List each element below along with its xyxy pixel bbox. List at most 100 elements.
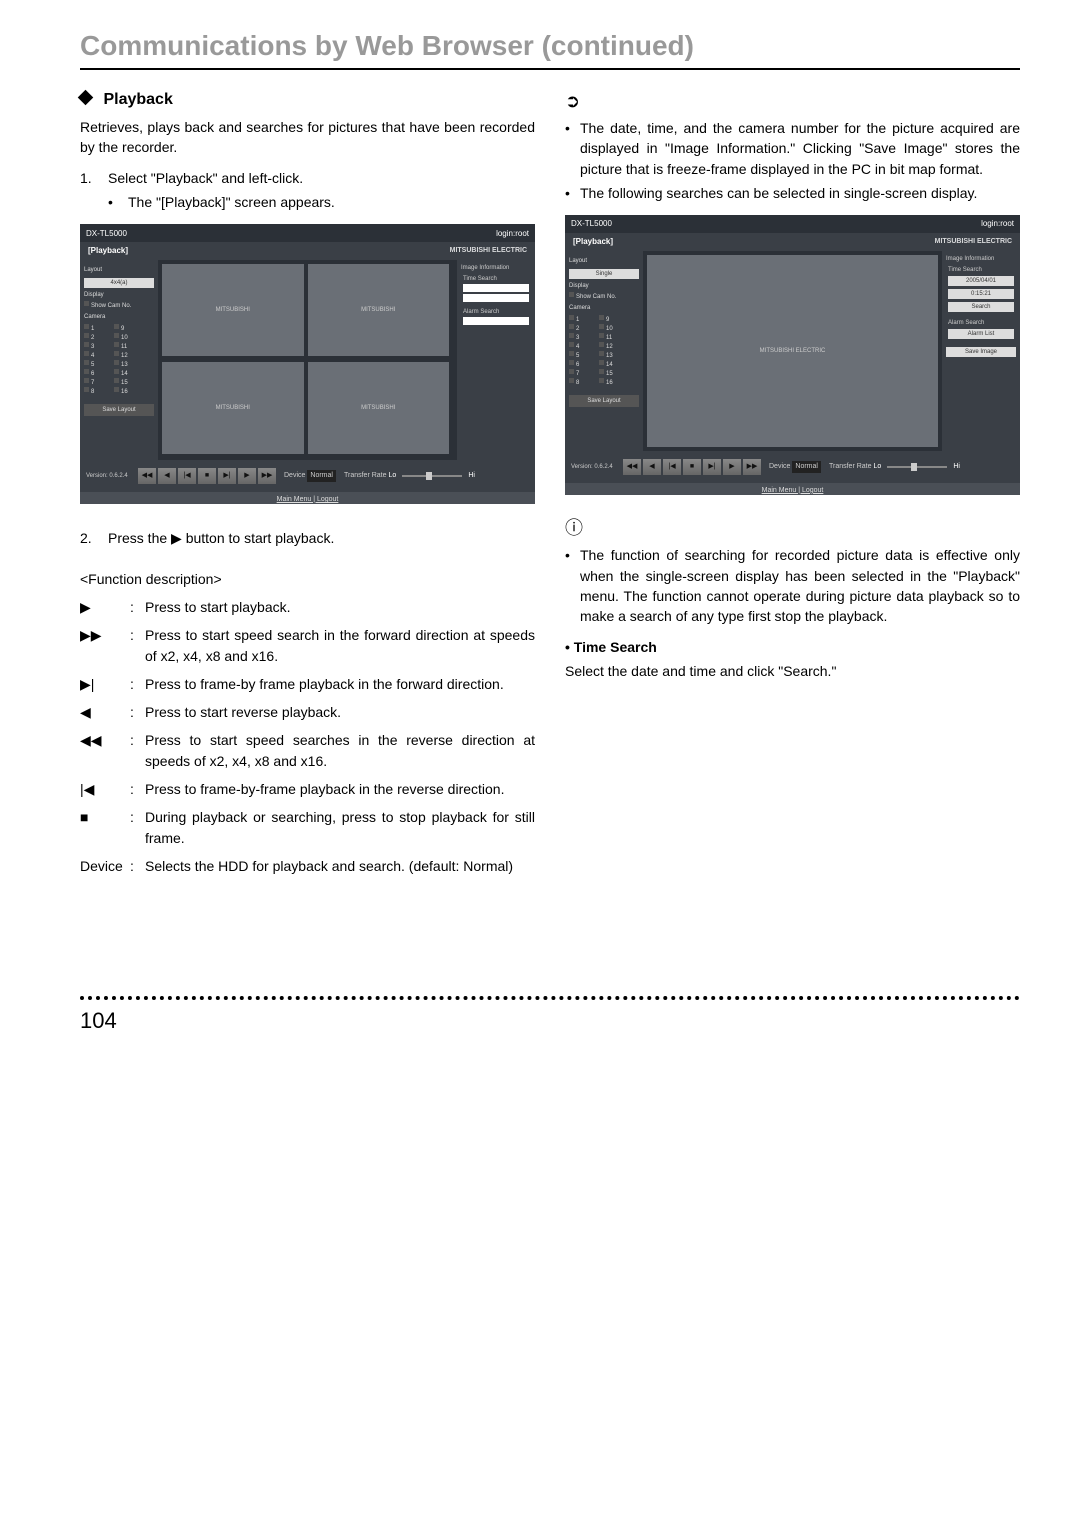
cam-7[interactable]: 7 <box>91 380 94 386</box>
ss2-display-label: Display <box>569 282 639 291</box>
stop-button[interactable]: ■ <box>198 468 216 484</box>
play-button[interactable]: ▶ <box>723 459 741 475</box>
page-number: 104 <box>80 1008 117 1033</box>
cam-12[interactable]: 12 <box>121 353 128 359</box>
cam-11[interactable]: 11 <box>606 335 612 341</box>
ss1-time-search-field2[interactable] <box>463 294 529 302</box>
ss1-title: [Playback] <box>88 245 128 257</box>
stop-icon: ■ <box>80 807 130 848</box>
cam-10[interactable]: 10 <box>121 335 128 341</box>
rewind-button[interactable]: ◀◀ <box>623 459 641 475</box>
cam-5[interactable]: 5 <box>91 362 94 368</box>
cam-14[interactable]: 14 <box>121 371 128 377</box>
ss1-alarm-field[interactable] <box>463 317 529 325</box>
playback-screenshot-4up: DX-TL5000 login:root [Playback] MITSUBIS… <box>80 224 535 504</box>
cam-11[interactable]: 11 <box>121 344 127 350</box>
playback-intro: Retrieves, plays back and searches for p… <box>80 117 535 158</box>
cam-2[interactable]: 2 <box>91 335 94 341</box>
fast-forward-button[interactable]: ▶▶ <box>743 459 761 475</box>
step-back-button[interactable]: |◀ <box>178 468 196 484</box>
cam-10[interactable]: 10 <box>606 326 613 332</box>
cam-2[interactable]: 2 <box>576 326 579 332</box>
step-forward-icon: ▶| <box>80 674 130 694</box>
step-forward-button[interactable]: ▶| <box>703 459 721 475</box>
rate-slider[interactable] <box>887 466 947 468</box>
cam-3[interactable]: 3 <box>576 335 579 341</box>
step-2-text-a: Press the <box>108 530 171 546</box>
cam-3[interactable]: 3 <box>91 344 94 350</box>
cam-7[interactable]: 7 <box>576 371 579 377</box>
ss2-footer-links[interactable]: Main Menu | Logout <box>565 483 1020 499</box>
ss2-date-field[interactable]: 2005/04/01 <box>948 276 1014 286</box>
cam-16[interactable]: 16 <box>606 380 613 386</box>
cam-8[interactable]: 8 <box>91 389 94 395</box>
ss1-camera-grid: 1 9 2 10 3 11 4 12 5 13 6 14 7 <box>84 324 154 396</box>
ss1-time-search-field[interactable] <box>463 284 529 292</box>
video-cell[interactable]: MITSUBISHI <box>162 362 304 454</box>
note-text: The function of searching for recorded p… <box>580 545 1020 626</box>
time-search-text: Select the date and time and click "Sear… <box>565 661 1020 681</box>
cam-9[interactable]: 9 <box>121 326 124 332</box>
cam-5[interactable]: 5 <box>576 353 579 359</box>
ss1-camera-label: Camera <box>84 313 154 322</box>
cam-9[interactable]: 9 <box>606 317 609 323</box>
reverse-play-button[interactable]: ◀ <box>158 468 176 484</box>
cam-8[interactable]: 8 <box>576 380 579 386</box>
device-select[interactable]: Normal <box>792 461 821 473</box>
func-stop-text: During playback or searching, press to s… <box>145 807 535 848</box>
func-rw-text: Press to start speed searches in the rev… <box>145 730 535 771</box>
step-2: 2. Press the ▶ button to start playback. <box>80 528 535 548</box>
cam-4[interactable]: 4 <box>91 353 94 359</box>
cam-6[interactable]: 6 <box>91 371 94 377</box>
device-label: Device <box>769 462 790 472</box>
ss2-save-image-button[interactable]: Save Image <box>946 347 1016 357</box>
ss2-image-info-label: Image Information <box>946 255 1016 264</box>
step-back-button[interactable]: |◀ <box>663 459 681 475</box>
ss2-alarm-list-button[interactable]: Alarm List <box>948 329 1014 339</box>
cam-15[interactable]: 15 <box>121 380 128 386</box>
ss1-layout-select[interactable]: 4x4(a) <box>84 278 154 288</box>
cam-16[interactable]: 16 <box>121 389 128 395</box>
cam-12[interactable]: 12 <box>606 344 613 350</box>
video-cell[interactable]: MITSUBISHI <box>308 264 450 356</box>
cam-15[interactable]: 15 <box>606 371 613 377</box>
ss1-show-cam[interactable]: Show Cam No. <box>91 303 131 309</box>
play-button[interactable]: ▶ <box>238 468 256 484</box>
ss1-footer-links[interactable]: Main Menu | Logout <box>80 492 535 508</box>
cam-6[interactable]: 6 <box>576 362 579 368</box>
video-cell[interactable]: MITSUBISHI <box>308 362 450 454</box>
ss1-transport-bar: Version: 0.6.2.4 ◀◀ ◀ |◀ ■ ▶| ▶ ▶▶ Devic… <box>80 460 535 492</box>
ss2-camera-label: Camera <box>569 304 639 313</box>
cam-14[interactable]: 14 <box>606 362 613 368</box>
fast-forward-icon: ▶▶ <box>80 625 130 666</box>
ss1-alarm-search-label: Alarm Search <box>463 308 499 317</box>
cam-1[interactable]: 1 <box>576 317 579 323</box>
step-forward-button[interactable]: ▶| <box>218 468 236 484</box>
rewind-button[interactable]: ◀◀ <box>138 468 156 484</box>
rate-slider[interactable] <box>402 475 462 477</box>
vid-brand: MITSUBISHI <box>361 404 395 413</box>
ss2-layout-select[interactable]: Single <box>569 269 639 279</box>
reverse-play-button[interactable]: ◀ <box>643 459 661 475</box>
stop-button[interactable]: ■ <box>683 459 701 475</box>
cam-4[interactable]: 4 <box>576 344 579 350</box>
video-cell-single[interactable]: MITSUBISHI ELECTRIC <box>647 255 938 447</box>
ss1-save-layout-button[interactable]: Save Layout <box>84 404 154 417</box>
ss1-left-panel: Layout 4x4(a) Display Show Cam No. Camer… <box>80 260 158 460</box>
step-1-text: Select "Playback" and left-click. <box>108 168 303 188</box>
fast-forward-button[interactable]: ▶▶ <box>258 468 276 484</box>
video-cell[interactable]: MITSUBISHI <box>162 264 304 356</box>
device-select[interactable]: Normal <box>307 470 336 482</box>
ss1-model: DX-TL5000 <box>86 228 127 240</box>
ss1-right-panel: Image Information Time Search Alarm Sear… <box>457 260 535 460</box>
ss2-left-panel: Layout Single Display Show Cam No. Camer… <box>565 251 643 451</box>
vid-brand: MITSUBISHI <box>361 306 395 315</box>
ss2-show-cam[interactable]: Show Cam No. <box>576 294 616 300</box>
ss2-time-field[interactable]: 0:15:21 <box>948 289 1014 299</box>
rate-lo: Lo <box>389 471 397 481</box>
ss2-search-button[interactable]: Search <box>948 302 1014 312</box>
ss2-save-layout-button[interactable]: Save Layout <box>569 395 639 408</box>
cam-1[interactable]: 1 <box>91 326 94 332</box>
cam-13[interactable]: 13 <box>606 353 613 359</box>
cam-13[interactable]: 13 <box>121 362 128 368</box>
